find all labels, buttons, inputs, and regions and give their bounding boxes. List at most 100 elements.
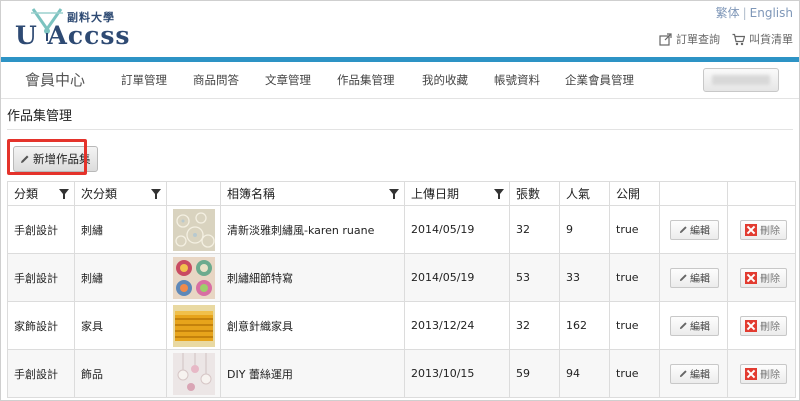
portfolio-table: 分類 次分類 相簿名稱 上傳日期 張數 人氣 公開 手創設計 刺繡 清新淡雅刺繡風-… <box>7 181 796 398</box>
delete-icon <box>745 367 757 380</box>
header-thumbnail <box>166 181 221 206</box>
cell-category: 手創設計 <box>7 349 75 398</box>
shopping-list-label: 叫貨清單 <box>749 33 793 46</box>
nav-item-enterprise[interactable]: 企業會員管理 <box>565 72 634 88</box>
nav-item-account[interactable]: 帳號資料 <box>494 72 540 88</box>
edit-label: 編輯 <box>690 370 710 381</box>
header-delete <box>727 181 796 206</box>
lang-traditional-chinese[interactable]: 繁体 <box>716 6 740 20</box>
cell-thumbnail[interactable] <box>166 253 221 302</box>
cell-edit: 編輯 <box>659 349 728 398</box>
page-title: 作品集管理 <box>7 109 73 124</box>
pencil-icon <box>679 370 687 378</box>
edit-button[interactable]: 編輯 <box>670 219 719 240</box>
header-upload-date-label: 上傳日期 <box>411 187 460 201</box>
delete-icon <box>745 271 757 284</box>
header-upload-date[interactable]: 上傳日期 <box>404 181 510 206</box>
filter-icon[interactable] <box>151 189 161 199</box>
table-row: 手創設計 飾品 DIY 蕾絲運用 2013/10/15 59 94 true 編輯 刪除 <box>7 349 796 398</box>
nav-item-favorites[interactable]: 我的收藏 <box>422 72 468 88</box>
pencil-icon <box>21 155 29 163</box>
edit-label: 編輯 <box>690 226 710 237</box>
cell-album-name[interactable]: DIY 蕾絲運用 <box>220 349 405 398</box>
cell-subcategory: 刺繡 <box>74 253 167 302</box>
album-thumbnail[interactable] <box>173 352 215 395</box>
header-category-label: 分類 <box>14 187 39 201</box>
site-logo[interactable]: 副料大學 U Accss <box>9 5 131 50</box>
cell-delete: 刪除 <box>727 205 796 254</box>
logo-text: U Accss <box>15 21 131 50</box>
delete-button[interactable]: 刪除 <box>740 363 787 384</box>
header-count: 張數 <box>509 181 560 206</box>
shopping-list-link[interactable]: 叫貨清單 <box>732 31 793 47</box>
cell-album-name[interactable]: 創意針織家具 <box>220 301 405 350</box>
filter-icon[interactable] <box>59 189 69 199</box>
cell-count: 32 <box>509 205 560 254</box>
cell-popularity: 94 <box>559 349 610 398</box>
nav-item-articles[interactable]: 文章管理 <box>265 72 311 88</box>
header-subcategory[interactable]: 次分類 <box>74 181 167 206</box>
cell-count: 32 <box>509 301 560 350</box>
cell-subcategory: 飾品 <box>74 349 167 398</box>
edit-label: 編輯 <box>690 274 710 285</box>
album-thumbnail[interactable] <box>173 304 215 347</box>
edit-button[interactable]: 編輯 <box>670 315 719 336</box>
cell-thumbnail[interactable] <box>166 301 221 350</box>
cell-public: true <box>609 205 660 254</box>
cell-album-name[interactable]: 刺繡細節特寫 <box>220 253 405 302</box>
cell-subcategory: 家具 <box>74 301 167 350</box>
cell-thumbnail[interactable] <box>166 205 221 254</box>
cell-count: 59 <box>509 349 560 398</box>
cell-album-name[interactable]: 清新淡雅刺繡風-karen ruane <box>220 205 405 254</box>
filter-icon[interactable] <box>494 189 504 199</box>
pencil-icon <box>679 226 687 234</box>
order-query-link[interactable]: 訂單查詢 <box>659 31 720 47</box>
delete-button[interactable]: 刪除 <box>740 267 787 288</box>
album-thumbnail[interactable] <box>173 256 215 299</box>
nav-blurred-button[interactable] <box>703 68 779 92</box>
member-nav: 會員中心 訂單管理 商品問答 文章管理 作品集管理 我的收藏 帳號資料 企業會員… <box>1 63 799 99</box>
add-portfolio-button[interactable]: 新增作品集 <box>13 146 98 172</box>
cell-upload-date: 2014/05/19 <box>404 205 510 254</box>
header-album-name[interactable]: 相簿名稱 <box>220 181 405 206</box>
header-category[interactable]: 分類 <box>7 181 75 206</box>
cell-public: true <box>609 301 660 350</box>
cell-delete: 刪除 <box>727 253 796 302</box>
delete-button[interactable]: 刪除 <box>740 315 787 336</box>
cell-edit: 編輯 <box>659 205 728 254</box>
add-portfolio-label: 新增作品集 <box>33 152 91 166</box>
header-accent-bar <box>1 57 799 62</box>
edit-button[interactable]: 編輯 <box>670 363 719 384</box>
cell-upload-date: 2014/05/19 <box>404 253 510 302</box>
pencil-icon <box>679 322 687 330</box>
lang-english[interactable]: English <box>750 6 793 20</box>
header-public: 公開 <box>609 181 660 206</box>
table-row: 手創設計 刺繡 清新淡雅刺繡風-karen ruane 2014/05/19 32 9 tr… <box>7 205 796 254</box>
order-query-label: 訂單查詢 <box>676 33 720 46</box>
header-subcategory-label: 次分類 <box>81 187 118 201</box>
lang-separator: | <box>742 6 747 20</box>
nav-member-center[interactable]: 會員中心 <box>25 69 85 90</box>
cell-public: true <box>609 349 660 398</box>
filter-icon[interactable] <box>389 189 399 199</box>
album-thumbnail[interactable] <box>173 208 215 251</box>
cell-category: 手創設計 <box>7 253 75 302</box>
edit-button[interactable]: 編輯 <box>670 267 719 288</box>
cell-upload-date: 2013/10/15 <box>404 349 510 398</box>
table-header-row: 分類 次分類 相簿名稱 上傳日期 張數 人氣 公開 <box>7 181 796 206</box>
delete-icon <box>745 319 757 332</box>
blurred-button-content <box>712 75 770 85</box>
cell-thumbnail[interactable] <box>166 349 221 398</box>
cell-public: true <box>609 253 660 302</box>
cell-category: 手創設計 <box>7 205 75 254</box>
nav-item-orders[interactable]: 訂單管理 <box>121 72 167 88</box>
delete-button[interactable]: 刪除 <box>740 219 787 240</box>
cell-edit: 編輯 <box>659 301 728 350</box>
nav-item-portfolio[interactable]: 作品集管理 <box>337 72 395 88</box>
delete-label: 刪除 <box>760 274 780 285</box>
delete-label: 刪除 <box>760 370 780 381</box>
cell-count: 53 <box>509 253 560 302</box>
cell-upload-date: 2013/12/24 <box>404 301 510 350</box>
nav-item-product-qa[interactable]: 商品問答 <box>193 72 239 88</box>
header-edit <box>659 181 728 206</box>
